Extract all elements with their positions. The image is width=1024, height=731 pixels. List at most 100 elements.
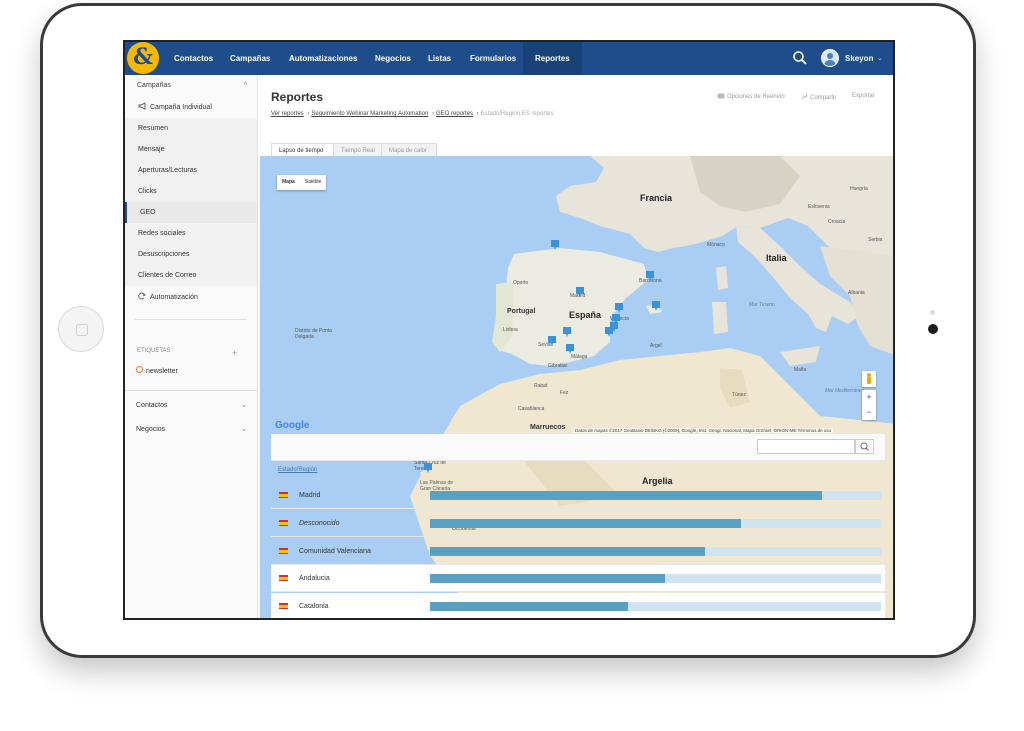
breadcrumb-link[interactable]: Ver reportes [271,111,304,117]
tab-lapso-de-tiempo[interactable]: Lapso de tiempo [271,143,334,157]
zoom-out-button[interactable]: − [862,405,876,420]
table-row[interactable]: Madrid [271,482,885,509]
map-marker[interactable] [576,287,584,297]
map-marker[interactable] [563,327,571,337]
spain-flag-icon [279,492,288,498]
map-marker[interactable] [646,271,654,281]
sidebar-item-campana-individual[interactable]: Campaña Individual [125,97,257,118]
sidebar-item-mensaje[interactable]: Mensaje [125,139,257,160]
sidebar-contactos[interactable]: Contactos ⌄ [125,395,257,416]
region-search-button[interactable] [855,439,874,454]
map-marker[interactable] [551,240,559,250]
tab-tiempo-real[interactable]: Tiempo Real [333,143,382,157]
map-label-monaco: Mónaco [707,242,725,248]
region-bar-track [430,602,881,611]
breadcrumb-link[interactable]: Seguimiento Webinar Marketing Automation [311,111,428,117]
sidebar-item-resumen[interactable]: Resumen [125,118,257,139]
region-name: Andalucia [299,575,330,582]
nav-listas[interactable]: Listas [428,42,451,75]
map-attribution[interactable]: Datos de mapas ©2017 GeoBasis-DE/BKG (©2… [573,428,834,433]
sidebar-section-campanas[interactable]: Campañas ^ [137,76,247,96]
home-button[interactable] [58,306,104,352]
region-name: Comunidad Valenciana [299,548,371,555]
map-marker[interactable] [548,336,556,346]
flag-band [279,521,288,525]
pegman-figure [867,373,871,384]
nav-automatizaciones[interactable]: Automatizaciones [289,42,357,75]
map-type-mapa[interactable]: Mapa [277,175,300,190]
region-name: Desconocido [299,520,340,527]
table-row[interactable]: Desconocido [271,510,885,537]
flag-band [279,604,288,608]
sidebar-negocios[interactable]: Negocios ⌄ [125,419,257,440]
zoom-in-button[interactable]: + [862,390,876,405]
tag-dot-icon [136,366,143,373]
sidebar-item-aperturas[interactable]: Aperturas/Lecturas [125,160,257,181]
nav-campanas[interactable]: Campañas [230,42,270,75]
app-logo[interactable]: & [127,42,159,74]
add-tag-button[interactable]: + [232,343,237,363]
street-view-pegman-icon[interactable] [862,371,876,387]
sidebar-item-label: Negocios [136,426,166,433]
nav-negocios[interactable]: Negocios [375,42,411,75]
user-avatar[interactable] [821,49,839,67]
breadcrumb-link[interactable]: GEO reportes [436,111,473,117]
map-label-malta: Malta [794,367,807,373]
table-row[interactable]: Catalonia [271,593,885,618]
share-button[interactable]: Compartir [801,93,836,101]
map-marker[interactable] [652,301,660,311]
region-name: Madrid [299,492,321,499]
sidebar-item-desuscripciones[interactable]: Desuscripciones [125,244,257,265]
map-marker[interactable] [605,327,613,337]
map-marker[interactable] [615,303,623,313]
region-bar-fill [430,547,706,556]
region-search-input[interactable] [757,439,855,454]
breadcrumb-current: Estado/Región ES reportes [480,111,554,117]
google-logo: Google [275,420,309,431]
map-label-italia: Italia [766,253,787,263]
export-button[interactable]: Exportar [852,93,875,99]
region-bar-fill [430,574,665,583]
sidebar-item-label: Automatización [150,294,198,301]
sidebar-item-automatizacion[interactable]: Automatización [125,287,257,308]
page-title: Reportes [271,90,324,104]
top-navigation: & Contactos Campañas Automatizaciones Ne… [125,42,893,75]
map-label-rabat: Rabat [534,383,548,389]
search-icon [860,442,869,451]
region-bar-track [430,547,881,556]
table-row[interactable]: Comunidad Valenciana [271,538,885,565]
tag-item-newsletter[interactable]: newsletter [125,361,257,382]
sidebar-item-clicks[interactable]: Clicks [125,181,257,202]
sidebar-item-clientes-correo[interactable]: Clientes de Correo [125,265,257,286]
megaphone-icon [138,102,146,110]
user-menu-chevron-icon[interactable]: ⌄ [877,42,883,75]
map-label-espana: España [569,310,602,320]
zoom-control: + − [862,390,876,420]
nav-reportes[interactable]: Reportes [523,42,582,75]
tags-title: ETIQUETAS [137,348,171,354]
collapse-chevron-icon[interactable]: ^ [244,76,247,96]
sensor-dot [930,310,935,315]
resend-options-button[interactable]: Opciones de Reenvío [717,93,785,100]
nav-contactos[interactable]: Contactos [174,42,213,75]
map-marker[interactable] [566,344,574,354]
sidebar-item-geo[interactable]: GEO [125,202,257,223]
map-label-azores: Distrito de Ponta Delgada [295,328,332,340]
sidebar-item-redes-sociales[interactable]: Redes sociales [125,223,257,244]
map-label-hungria: Hungría [850,186,868,192]
user-name[interactable]: Skeyon [845,42,873,75]
region-bar-track [430,519,881,528]
spain-flag-icon [279,520,288,526]
map-marker[interactable] [424,463,432,473]
map-label-portugal: Portugal [507,308,536,315]
map-type-satelite[interactable]: Satélite [300,175,327,190]
region-bar-fill [430,491,823,500]
column-header-estado-region[interactable]: Estado/Región [278,467,317,473]
map-label-croacia: Croacia [828,219,846,225]
search-icon[interactable] [792,50,808,66]
map-label-tunez: Túnez [732,392,746,398]
tab-mapa-de-calor[interactable]: Mapa de calor [381,143,437,157]
envelope-icon [717,93,725,99]
table-row[interactable]: Andalucia [271,565,885,592]
nav-formularios[interactable]: Formularios [470,42,516,75]
